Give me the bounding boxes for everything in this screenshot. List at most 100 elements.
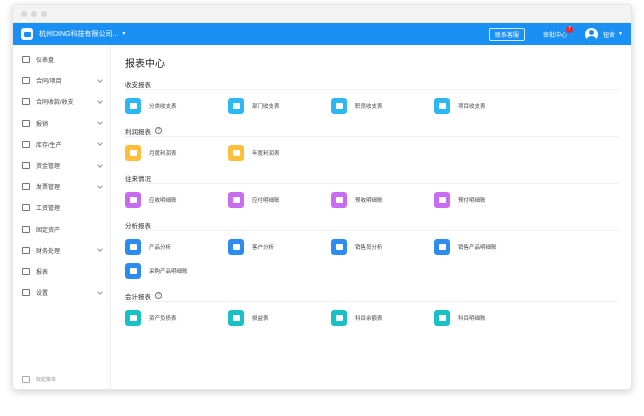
report-icon — [331, 191, 347, 208]
folder-icon — [22, 98, 30, 106]
sidebar-item[interactable]: 发票管理 — [13, 176, 110, 197]
help-icon[interactable]: ? — [155, 292, 162, 299]
sidebar-item[interactable]: 合同收款/收支 — [13, 91, 110, 112]
report-grid: 应收明细账 应付明细账 预收明细账 预付明细账 — [125, 191, 619, 208]
sidebar-item-label: 报销 — [36, 121, 49, 128]
report-link[interactable]: 分类收支表 — [125, 97, 228, 114]
collapse-menu-label: 收起菜单 — [36, 377, 57, 383]
report-icon — [331, 97, 347, 114]
report-icon — [228, 238, 244, 255]
report-link[interactable]: 产品分析 — [125, 238, 228, 255]
sidebar-item[interactable]: 工资管理 — [13, 197, 110, 218]
report-icon — [125, 262, 141, 279]
sidebar-item-label: 合同/项目 — [36, 79, 62, 86]
report-link[interactable]: 销售员分析 — [331, 238, 434, 255]
section-title: 分析报表 — [125, 219, 619, 231]
finance-icon — [22, 246, 30, 254]
app-logo-icon — [21, 28, 33, 40]
report-link[interactable]: 销售产品明细账 — [434, 238, 537, 255]
chevron-down-icon — [97, 76, 103, 83]
approval-center-link[interactable]: 审批中心 7 — [543, 25, 574, 39]
report-icon — [331, 309, 347, 326]
report-link[interactable]: 应付明细账 — [228, 191, 331, 208]
avatar[interactable] — [585, 27, 599, 41]
section-title-text: 会计报表 — [125, 293, 151, 301]
report-link[interactable]: 资产负债表 — [125, 309, 228, 326]
chevron-down-icon[interactable]: ▼ — [121, 31, 126, 37]
company-switcher[interactable]: 杭州DING科技有限公司... — [39, 29, 118, 39]
report-label: 采购产品明细账 — [149, 268, 188, 275]
report-label: 资产负债表 — [149, 315, 177, 322]
report-label: 销售产品明细账 — [458, 244, 497, 251]
invoice-icon — [22, 183, 30, 191]
window-dot-icon[interactable] — [31, 10, 37, 17]
report-link[interactable]: 应收明细账 — [125, 191, 228, 208]
sidebar-item-label: 资金管理 — [36, 164, 61, 171]
report-link[interactable]: 月度利润表 — [125, 144, 228, 161]
report-link[interactable]: 采购产品明细账 — [125, 262, 228, 279]
page-title: 报表中心 — [125, 59, 165, 70]
report-label: 项目收支表 — [458, 103, 486, 110]
report-link[interactable]: 科目余额表 — [331, 309, 434, 326]
chevron-down-icon — [97, 182, 103, 189]
report-label: 年度利润表 — [252, 150, 280, 157]
report-link[interactable]: 项目收支表 — [434, 97, 537, 114]
sidebar-item[interactable]: 报销 — [13, 113, 110, 134]
window-dot-icon[interactable] — [21, 10, 27, 17]
top-navbar: 杭州DING科技有限公司... ▼ 联系客服 审批中心 7 钮舍 ▼ — [13, 23, 631, 45]
chevron-down-icon — [97, 140, 103, 147]
sidebar-item[interactable]: 固定资产 — [13, 219, 110, 240]
report-icon — [228, 191, 244, 208]
help-icon[interactable]: ? — [155, 127, 162, 134]
approval-count-badge: 7 — [566, 25, 574, 33]
sidebar-item-label: 报表 — [36, 269, 49, 276]
chart-icon — [22, 267, 30, 275]
report-link[interactable]: 年度利润表 — [228, 144, 331, 161]
report-label: 职员收支表 — [355, 103, 383, 110]
report-link[interactable]: 科目明细账 — [434, 309, 537, 326]
report-icon — [434, 191, 450, 208]
user-menu[interactable]: 钮舍 — [603, 30, 615, 39]
report-icon — [125, 309, 141, 326]
sidebar-item[interactable]: 财务处理 — [13, 240, 110, 261]
chevron-down-icon — [97, 119, 103, 125]
sidebar-item-label: 合同收款/收支 — [36, 100, 74, 107]
report-link[interactable]: 预付明细账 — [434, 191, 537, 208]
sidebar-item[interactable]: 仪表盘 — [13, 49, 110, 70]
contact-support-button[interactable]: 联系客服 — [489, 27, 526, 41]
settings-icon — [22, 289, 30, 297]
section-title: 往来情况 — [125, 172, 619, 184]
chevron-down-icon — [97, 161, 103, 168]
report-link[interactable]: 部门收支表 — [228, 97, 331, 114]
section-title-text: 收支报表 — [125, 81, 151, 89]
sidebar-item[interactable]: 库存/生产 — [13, 134, 110, 155]
salary-icon — [22, 204, 30, 212]
window-dot-icon[interactable] — [41, 10, 47, 17]
report-link[interactable]: 职员收支表 — [331, 97, 434, 114]
wallet-icon — [22, 162, 30, 170]
sidebar: 仪表盘合同/项目合同收款/收支 报销库存/生产资金管理发票管理工资管理固定资产 财务… — [13, 45, 111, 389]
report-label: 应收明细账 — [149, 197, 177, 204]
approval-center-label: 审批中心 — [543, 32, 568, 39]
sidebar-item-label: 工资管理 — [36, 206, 61, 213]
chevron-down-icon[interactable]: ▼ — [618, 31, 623, 37]
sidebar-item[interactable]: 资金管理 — [13, 155, 110, 176]
report-link[interactable]: 客户分析 — [228, 238, 331, 255]
report-icon — [228, 144, 244, 161]
sidebar-item-label: 设置 — [36, 291, 49, 298]
report-label: 分类收支表 — [149, 103, 177, 110]
report-icon — [125, 191, 141, 208]
collapse-icon — [22, 376, 30, 383]
chevron-down-icon — [97, 98, 103, 104]
report-link[interactable]: 损益表 — [228, 309, 331, 326]
sidebar-item[interactable]: 合同/项目 — [13, 70, 110, 91]
collapse-menu-button[interactable]: 收起菜单 — [22, 376, 56, 383]
sidebar-item[interactable]: 报表 — [13, 261, 110, 282]
report-icon — [125, 238, 141, 255]
sidebar-item[interactable]: 设置 — [13, 282, 110, 303]
section-title: 会计报表? — [125, 290, 619, 302]
main-content: 报表中心 收支报表分类收支表 部门收支表 职员收支表 项目收支表利润报表? 月度利润表 年… — [111, 45, 631, 389]
chevron-down-icon — [97, 246, 103, 253]
section-title: 利润报表? — [125, 125, 619, 137]
report-link[interactable]: 预收明细账 — [331, 191, 434, 208]
